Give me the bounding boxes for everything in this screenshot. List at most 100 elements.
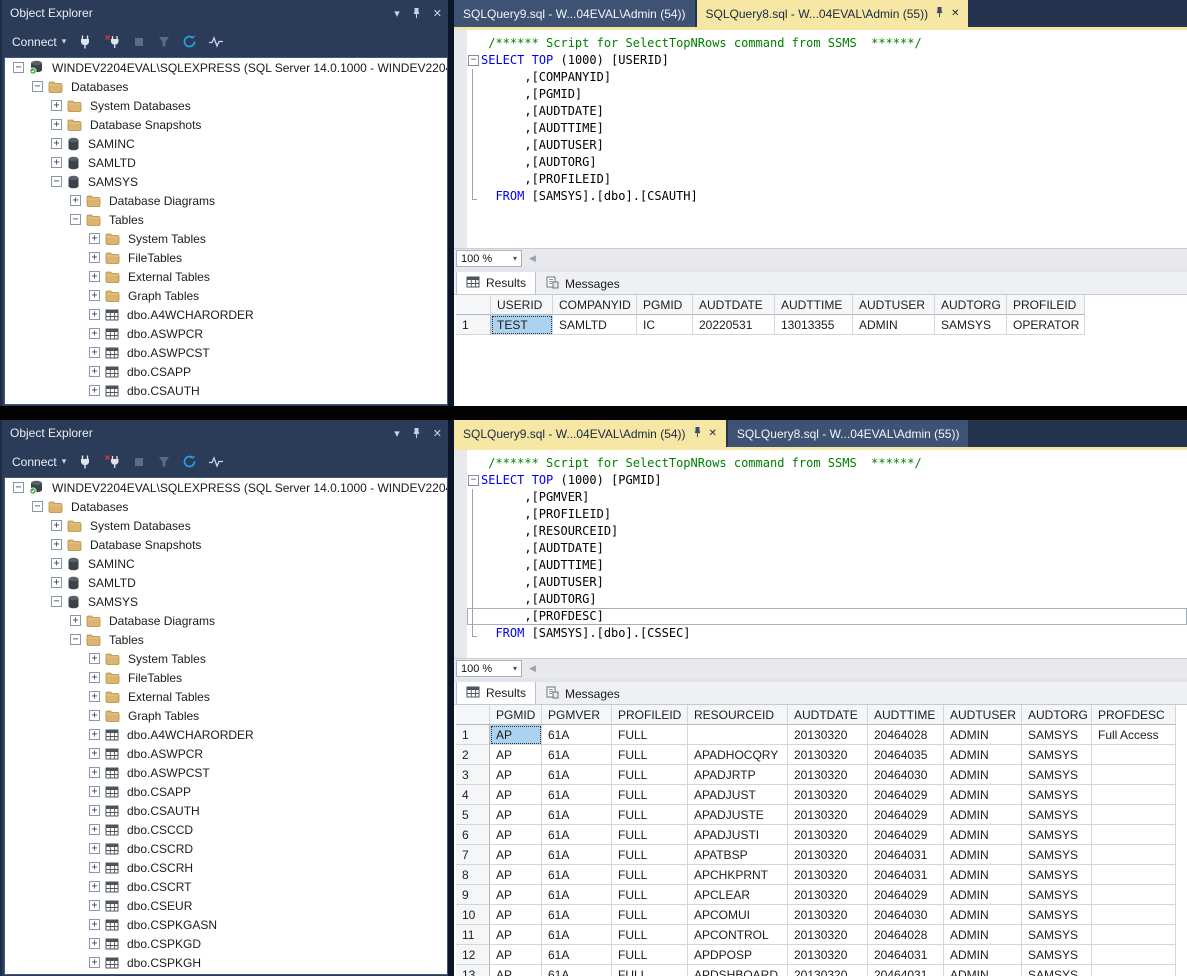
grid-cell[interactable]: APADJUSTE: [688, 805, 788, 825]
plus-expander-icon[interactable]: +: [89, 385, 100, 396]
grid-cell[interactable]: [1092, 785, 1176, 805]
plus-expander-icon[interactable]: +: [51, 157, 62, 168]
plus-expander-icon[interactable]: +: [70, 615, 81, 626]
minus-expander-icon[interactable]: −: [70, 214, 81, 225]
tree-item[interactable]: +dbo.CSCCD: [5, 400, 447, 405]
tree-item[interactable]: +dbo.ASWPCST: [5, 343, 447, 362]
code-line[interactable]: ,[AUDTUSER]: [467, 137, 1187, 154]
tree-item[interactable]: +dbo.CSCRT: [5, 877, 447, 896]
tree-item[interactable]: +Database Snapshots: [5, 115, 447, 134]
code-line[interactable]: FROM [SAMSYS].[dbo].[CSSEC]: [467, 625, 1187, 642]
grid-cell[interactable]: SAMSYS: [935, 315, 1007, 335]
minus-expander-icon[interactable]: −: [32, 81, 43, 92]
plus-expander-icon[interactable]: +: [51, 558, 62, 569]
grid-cell[interactable]: 20464031: [868, 945, 944, 965]
grid-cell[interactable]: 61A: [542, 885, 612, 905]
tree-item[interactable]: +dbo.A4WCHARORDER: [5, 305, 447, 324]
grid-cell[interactable]: APADJUSTI: [688, 825, 788, 845]
grid-cell[interactable]: APDSHBOARD: [688, 965, 788, 976]
code-line[interactable]: FROM [SAMSYS].[dbo].[CSAUTH]: [467, 188, 1187, 205]
tree-item[interactable]: +System Databases: [5, 516, 447, 535]
minus-expander-icon[interactable]: −: [32, 501, 43, 512]
column-header[interactable]: PGMID: [637, 295, 693, 315]
grid-cell[interactable]: [1092, 905, 1176, 925]
grid-cell[interactable]: 20464035: [868, 745, 944, 765]
editor-tab[interactable]: SQLQuery9.sql - W...04EVAL\Admin (54)): [454, 0, 695, 27]
collapse-region-icon[interactable]: [467, 472, 481, 489]
grid-cell[interactable]: AP: [490, 845, 542, 865]
tab-results[interactable]: Results: [456, 682, 536, 704]
tree-item[interactable]: +dbo.CSCRD: [5, 839, 447, 858]
connect-button[interactable]: Connect▾: [12, 35, 66, 49]
plus-expander-icon[interactable]: +: [89, 271, 100, 282]
grid-cell[interactable]: [1092, 805, 1176, 825]
close-icon[interactable]: ✕: [433, 427, 442, 440]
plus-expander-icon[interactable]: +: [89, 767, 100, 778]
code-line[interactable]: ,[PGMVER]: [467, 489, 1187, 506]
row-header[interactable]: 3: [456, 765, 490, 785]
code-line[interactable]: ,[PROFILEID]: [467, 171, 1187, 188]
code-line[interactable]: /****** Script for SelectTopNRows comman…: [467, 35, 1187, 52]
editor-tab[interactable]: SQLQuery8.sql - W...04EVAL\Admin (55))✕: [697, 0, 969, 27]
grid-cell[interactable]: ADMIN: [944, 725, 1022, 745]
plus-expander-icon[interactable]: +: [89, 843, 100, 854]
grid-cell[interactable]: FULL: [612, 825, 688, 845]
grid-cell[interactable]: 61A: [542, 845, 612, 865]
grid-cell[interactable]: [688, 725, 788, 745]
column-header[interactable]: PGMID: [490, 705, 542, 725]
grid-cell[interactable]: FULL: [612, 725, 688, 745]
minus-expander-icon[interactable]: −: [51, 176, 62, 187]
column-header[interactable]: AUDTTIME: [775, 295, 853, 315]
grid-cell[interactable]: AP: [490, 865, 542, 885]
tree-item[interactable]: +System Tables: [5, 649, 447, 668]
row-header[interactable]: 10: [456, 905, 490, 925]
grid-cell[interactable]: ADMIN: [944, 925, 1022, 945]
grid-cell[interactable]: SAMSYS: [1022, 825, 1092, 845]
tree-item[interactable]: +dbo.CSCRH: [5, 858, 447, 877]
tree-item[interactable]: +dbo.CSCCD: [5, 820, 447, 839]
grid-cell[interactable]: FULL: [612, 845, 688, 865]
tree-item[interactable]: +dbo.CSAUTH: [5, 801, 447, 820]
grid-cell[interactable]: SAMSYS: [1022, 965, 1092, 976]
grid-cell[interactable]: FULL: [612, 865, 688, 885]
grid-cell[interactable]: FULL: [612, 745, 688, 765]
tree-item[interactable]: +System Tables: [5, 229, 447, 248]
column-header[interactable]: AUDTUSER: [853, 295, 935, 315]
pin-icon[interactable]: [935, 6, 944, 21]
grid-cell[interactable]: APCHKPRNT: [688, 865, 788, 885]
plus-expander-icon[interactable]: +: [89, 366, 100, 377]
pin-icon[interactable]: [412, 427, 421, 439]
grid-cell[interactable]: [1092, 845, 1176, 865]
plus-expander-icon[interactable]: +: [70, 195, 81, 206]
grid-cell[interactable]: [1092, 745, 1176, 765]
tree-item[interactable]: −SAMSYS: [5, 172, 447, 191]
column-header[interactable]: AUDTUSER: [944, 705, 1022, 725]
code-line[interactable]: ,[AUDTDATE]: [467, 103, 1187, 120]
grid-cell[interactable]: 61A: [542, 785, 612, 805]
grid-cell[interactable]: [1092, 825, 1176, 845]
plus-expander-icon[interactable]: +: [89, 748, 100, 759]
grid-cell[interactable]: 20130320: [788, 965, 868, 976]
pin-icon[interactable]: [412, 7, 421, 19]
grid-cell[interactable]: APADHOCQRY: [688, 745, 788, 765]
grid-cell[interactable]: SAMSYS: [1022, 905, 1092, 925]
editor-tab[interactable]: SQLQuery9.sql - W...04EVAL\Admin (54))✕: [454, 420, 726, 447]
column-header[interactable]: PGMVER: [542, 705, 612, 725]
horizontal-scrollbar[interactable]: ◀: [522, 659, 1187, 678]
row-header[interactable]: 11: [456, 925, 490, 945]
grid-cell[interactable]: 20130320: [788, 885, 868, 905]
tree-item[interactable]: +dbo.CSAPP: [5, 362, 447, 381]
grid-cell[interactable]: FULL: [612, 785, 688, 805]
grid-cell[interactable]: SAMSYS: [1022, 925, 1092, 945]
grid-cell[interactable]: ADMIN: [944, 785, 1022, 805]
grid-cell[interactable]: 61A: [542, 925, 612, 945]
row-header[interactable]: 13: [456, 965, 490, 976]
grid-cell[interactable]: 20130320: [788, 745, 868, 765]
code-line[interactable]: ,[RESOURCEID]: [467, 523, 1187, 540]
tab-messages[interactable]: Messages: [536, 683, 629, 704]
connect-button[interactable]: Connect▾: [12, 455, 66, 469]
tree-item[interactable]: +dbo.ASWPCST: [5, 763, 447, 782]
minus-expander-icon[interactable]: −: [13, 482, 24, 493]
row-header[interactable]: 4: [456, 785, 490, 805]
close-icon[interactable]: ✕: [433, 7, 442, 20]
